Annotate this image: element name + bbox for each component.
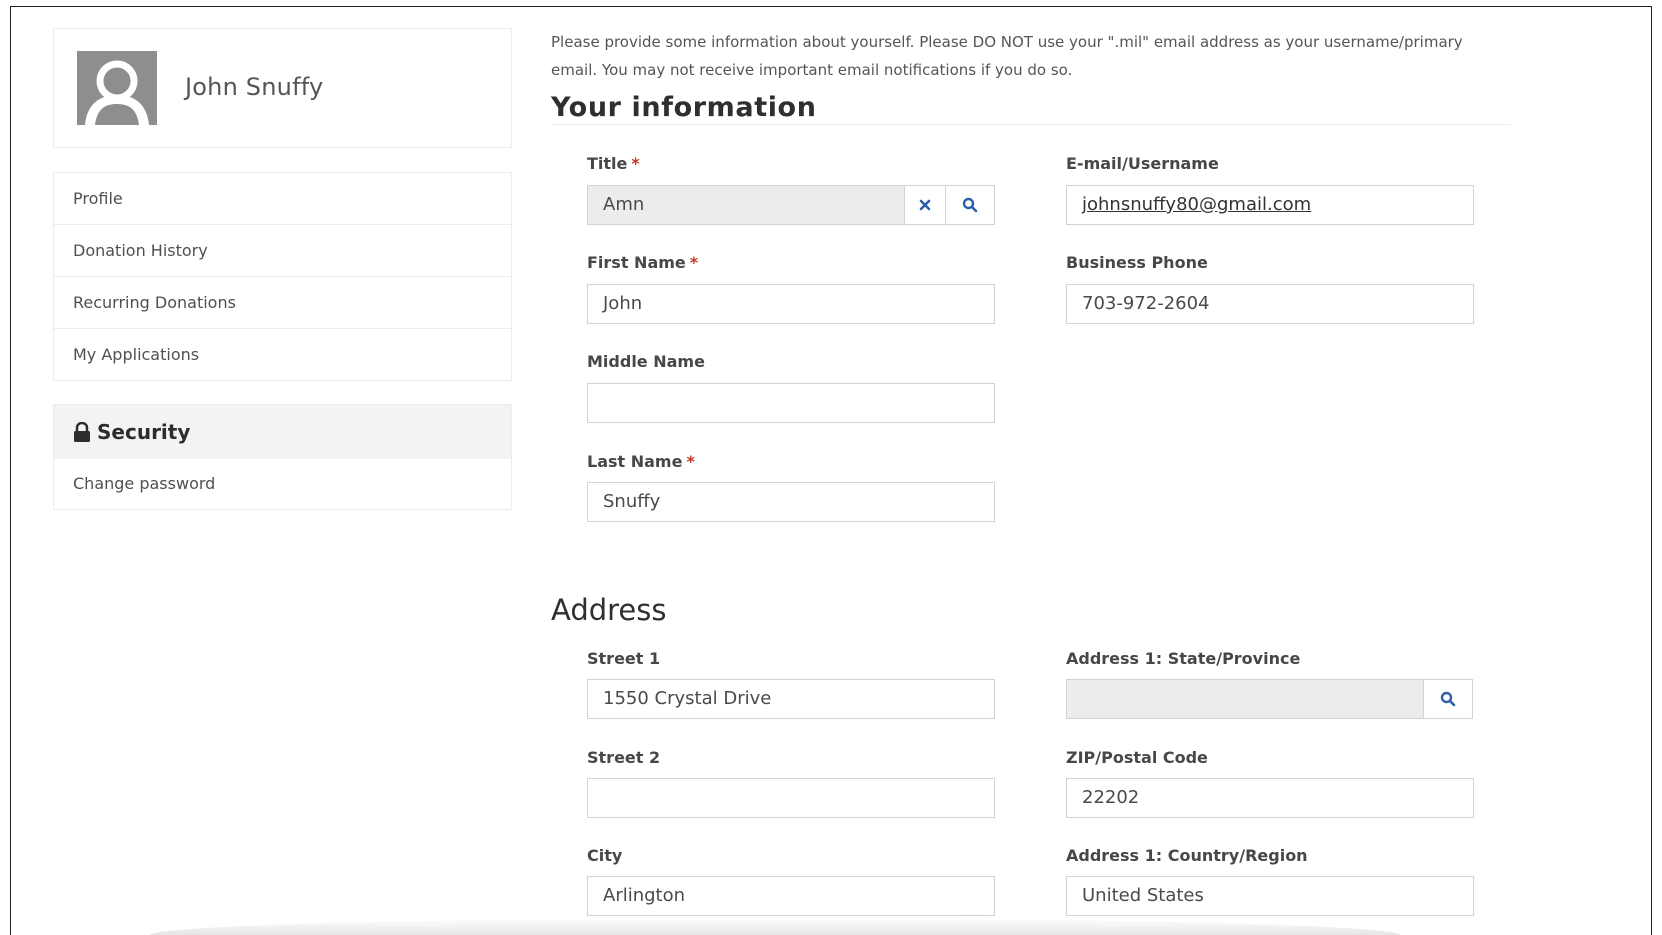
profile-name: John Snuffy [185, 73, 324, 101]
email-field[interactable]: johnsnuffy80@gmail.com [1066, 185, 1474, 225]
title-lookup-field[interactable]: Amn [587, 185, 905, 225]
clear-icon [919, 199, 931, 211]
business-phone-label: Business Phone [1066, 253, 1208, 272]
email-label: E-mail/Username [1066, 154, 1219, 173]
section-divider [551, 124, 1511, 125]
sidebar-item-recurring-donations[interactable]: Recurring Donations [54, 277, 511, 329]
security-heading-label: Security [97, 420, 191, 444]
sidebar-item-change-password[interactable]: Change password [54, 459, 511, 509]
last-name-label-text: Last Name [587, 452, 683, 471]
first-name-label-text: First Name [587, 253, 686, 272]
avatar [77, 51, 157, 125]
address-heading: Address [551, 593, 667, 627]
sidebar-item-donation-history[interactable]: Donation History [54, 225, 511, 277]
middle-name-label: Middle Name [587, 352, 705, 371]
security-heading: Security [54, 405, 511, 459]
required-marker: * [686, 452, 695, 471]
title-label: Title * [587, 154, 640, 173]
title-search-button[interactable] [945, 185, 995, 225]
sidebar-item-my-applications[interactable]: My Applications [54, 329, 511, 380]
search-icon [962, 197, 978, 213]
first-name-field[interactable]: John [587, 284, 995, 324]
zip-label: ZIP/Postal Code [1066, 748, 1208, 767]
middle-name-field[interactable] [587, 383, 995, 423]
required-marker: * [689, 253, 699, 272]
street1-label: Street 1 [587, 649, 661, 668]
avatar-placeholder-icon [77, 51, 157, 125]
state-province-label: Address 1: State/Province [1066, 649, 1301, 668]
last-name-field[interactable]: Snuffy [587, 482, 995, 522]
business-phone-field[interactable]: 703-972-2604 [1066, 284, 1474, 324]
sidebar-item-profile[interactable]: Profile [54, 173, 511, 225]
security-panel: Security Change password [53, 404, 512, 510]
intro-text: Please provide some information about yo… [551, 33, 1463, 79]
your-information-heading: Your information [551, 92, 817, 123]
search-icon [1440, 691, 1456, 707]
first-name-label: First Name * [587, 253, 698, 272]
city-label: City [587, 846, 623, 865]
title-label-text: Title [587, 154, 628, 173]
zip-field[interactable]: 22202 [1066, 778, 1474, 818]
country-region-label: Address 1: Country/Region [1066, 846, 1308, 865]
last-name-label: Last Name * [587, 452, 695, 471]
city-field[interactable]: Arlington [587, 876, 995, 916]
sidebar-nav: Profile Donation History Recurring Donat… [53, 172, 512, 381]
lock-icon [73, 422, 91, 442]
state-province-search-button[interactable] [1423, 679, 1473, 719]
street2-field[interactable] [587, 778, 995, 818]
street2-label: Street 2 [587, 748, 661, 767]
profile-card: John Snuffy [53, 28, 512, 148]
state-province-lookup-field[interactable] [1066, 679, 1424, 719]
street1-field[interactable]: 1550 Crystal Drive [587, 679, 995, 719]
required-marker: * [631, 154, 640, 173]
title-clear-button[interactable] [904, 185, 946, 225]
country-region-field[interactable]: United States [1066, 876, 1474, 916]
